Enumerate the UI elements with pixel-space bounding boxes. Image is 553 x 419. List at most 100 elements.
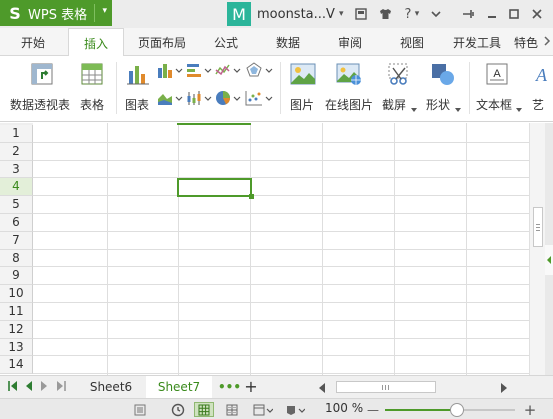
- normal-view-icon[interactable]: [194, 402, 214, 417]
- ribbon-tabs: 开始 插入 页面布局 公式 数据 审阅 视图 开发工具 特色: [0, 28, 553, 57]
- scroll-left-icon[interactable]: [318, 382, 326, 396]
- sheet-tab-active[interactable]: Sheet7: [146, 376, 212, 398]
- reading-mode-icon[interactable]: [283, 402, 307, 417]
- chevron-down-icon: [455, 101, 461, 115]
- area-chart-icon[interactable]: [157, 90, 183, 109]
- pie-chart-icon[interactable]: [215, 90, 241, 109]
- sheet-tab[interactable]: Sheet6: [80, 376, 142, 398]
- grid-row-line: [33, 141, 545, 143]
- chevron-down-icon[interactable]: ▾: [413, 5, 421, 23]
- row-header[interactable]: 3: [0, 160, 33, 179]
- next-sheet-icon[interactable]: [40, 380, 48, 395]
- row-header[interactable]: 6: [0, 214, 33, 232]
- bar-horizontal-chart-icon[interactable]: [186, 62, 212, 81]
- tab-page-layout[interactable]: 页面布局: [131, 28, 193, 56]
- app-menu-button[interactable]: S WPS 表格 ▾: [0, 0, 112, 26]
- line-chart-icon[interactable]: [215, 62, 241, 81]
- row-header[interactable]: 13: [0, 338, 33, 357]
- avatar: M: [227, 2, 251, 26]
- shirt-icon[interactable]: [378, 5, 392, 23]
- maximize-icon[interactable]: [506, 5, 522, 23]
- status-bar: 100 % — +: [0, 398, 553, 419]
- page-break-view-icon[interactable]: [223, 402, 241, 417]
- shapes-label: 形状: [426, 98, 451, 112]
- horizontal-scroll-thumb[interactable]: [336, 381, 436, 393]
- chevron-down-icon[interactable]: ▾: [102, 6, 107, 16]
- scroll-right-icon[interactable]: [500, 382, 508, 396]
- zoom-slider[interactable]: [385, 403, 515, 417]
- row-header[interactable]: 11: [0, 303, 33, 321]
- tab-formulas[interactable]: 公式: [204, 28, 248, 56]
- grip: [536, 224, 540, 225]
- collapse-side-panel-icon[interactable]: [545, 245, 553, 275]
- collapse-ribbon-icon[interactable]: [429, 5, 443, 23]
- zoom-level[interactable]: 100 %: [325, 401, 363, 415]
- last-sheet-icon[interactable]: [56, 380, 66, 395]
- pivot-table-button[interactable]: 数据透视表: [8, 60, 72, 116]
- title-bar: S WPS 表格 ▾ M moonsta...V ▾ ? ▾: [0, 0, 553, 28]
- add-sheet-button[interactable]: +: [240, 376, 262, 398]
- row-header[interactable]: 10: [0, 285, 33, 303]
- screenshot-button[interactable]: 截屏: [381, 60, 421, 116]
- chevron-down-icon: ▾: [338, 9, 344, 19]
- zoom-out-icon[interactable]: —: [366, 402, 380, 417]
- prev-sheet-icon[interactable]: [25, 380, 33, 395]
- row-header[interactable]: 9: [0, 267, 33, 286]
- fill-handle[interactable]: [249, 194, 254, 199]
- tab-data[interactable]: 数据: [266, 28, 310, 56]
- column-chart-icon[interactable]: [157, 62, 183, 81]
- pin-icon[interactable]: [460, 5, 478, 23]
- shapes-icon: [430, 62, 456, 89]
- selected-cell[interactable]: [177, 178, 252, 197]
- eye-protection-icon[interactable]: [170, 402, 186, 417]
- page-layout-view-icon[interactable]: [251, 402, 275, 417]
- vertical-scroll-thumb[interactable]: [533, 207, 543, 247]
- skin-icon[interactable]: [354, 5, 368, 23]
- document-icon[interactable]: [132, 402, 148, 417]
- account-menu[interactable]: M moonsta...V ▾: [227, 2, 350, 26]
- zoom-slider-knob[interactable]: [449, 403, 464, 417]
- vertical-scrollbar[interactable]: [529, 123, 545, 375]
- row-header[interactable]: 12: [0, 320, 33, 339]
- tab-developer[interactable]: 开发工具: [448, 28, 506, 56]
- first-sheet-icon[interactable]: [8, 380, 18, 395]
- zoom-in-icon[interactable]: +: [522, 401, 538, 419]
- more-sheets-icon[interactable]: •••: [218, 376, 241, 398]
- row-header[interactable]: 14: [0, 356, 33, 375]
- row-header[interactable]: 4: [0, 178, 33, 197]
- username: moonsta...V: [257, 6, 335, 22]
- close-icon[interactable]: [529, 5, 545, 23]
- tab-insert[interactable]: 插入: [68, 28, 124, 57]
- row-header[interactable]: 5: [0, 196, 33, 214]
- picture-button[interactable]: 图片: [288, 60, 318, 116]
- scatter-chart-icon[interactable]: [245, 90, 273, 109]
- table-icon: [80, 62, 104, 89]
- zoom-slider-fill: [385, 409, 457, 411]
- tab-view[interactable]: 视图: [390, 28, 434, 56]
- radar-chart-icon[interactable]: [245, 62, 273, 81]
- minimize-icon[interactable]: [484, 5, 500, 23]
- tab-home[interactable]: 开始: [10, 28, 56, 56]
- chart-button[interactable]: 图表: [124, 60, 154, 116]
- row-header[interactable]: 7: [0, 231, 33, 250]
- grip: [536, 227, 540, 228]
- table-button[interactable]: 表格: [78, 60, 108, 116]
- row-header[interactable]: 2: [0, 142, 33, 161]
- textbox-button[interactable]: A 文本框: [474, 60, 526, 116]
- art-text-button[interactable]: A 艺: [530, 60, 553, 116]
- divider: [469, 62, 470, 114]
- grid-row-line: [33, 159, 545, 161]
- tab-review[interactable]: 审阅: [328, 28, 372, 56]
- textbox-icon: A: [485, 62, 509, 89]
- bar-chart-icon: [126, 62, 150, 89]
- chart-label: 图表: [125, 98, 150, 112]
- shapes-button[interactable]: 形状: [425, 60, 465, 116]
- online-picture-button[interactable]: 在线图片: [323, 60, 375, 116]
- row-header[interactable]: 8: [0, 249, 33, 268]
- spreadsheet-grid[interactable]: 1 2 3 4 5 6 7 8 9 10 11 12 13 14: [0, 123, 545, 375]
- stock-chart-icon[interactable]: [186, 90, 212, 109]
- horizontal-scrollbar[interactable]: [318, 380, 514, 395]
- row-header[interactable]: 1: [0, 125, 33, 143]
- chevron-down-icon: [411, 101, 417, 115]
- chevron-right-icon[interactable]: [543, 36, 551, 49]
